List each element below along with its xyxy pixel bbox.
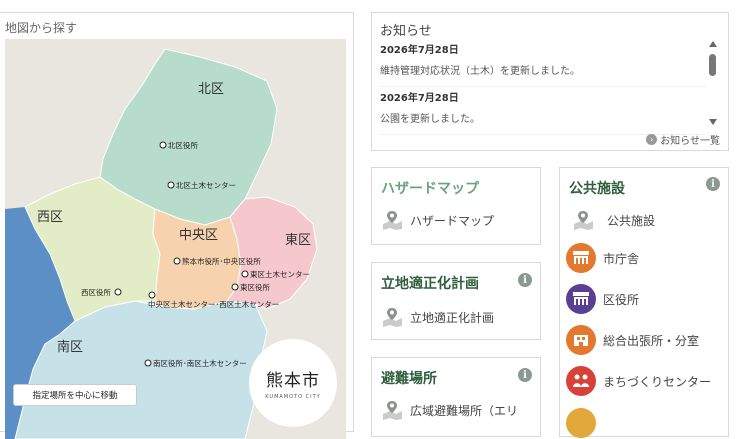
city-badge: 熊本市 KUMAMOTO CITY — [249, 339, 337, 427]
public-facilities-card: 公共施設 i 公共施設 市庁舎 区役所 総合出張所・分室 まちづくりセンター — [559, 167, 729, 438]
svg-text:南区役所･南区土木センター: 南区役所･南区土木センター — [153, 358, 247, 368]
map-pin-icon — [383, 308, 402, 327]
poi-minami-office[interactable]: 南区役所･南区土木センター — [144, 358, 247, 368]
location-plan-card-title: 立地適正化計画 — [381, 276, 479, 292]
community-center-item[interactable]: まちづくりセンター — [566, 366, 711, 396]
notice-text: 維持管理対応状況（土木）を更新しました。 — [380, 66, 580, 77]
hazard-map-item[interactable]: ハザードマップ — [381, 210, 494, 230]
map-pin-icon — [383, 211, 402, 230]
district-label-kita: 北区 — [198, 82, 224, 97]
city-badge-sub: KUMAMOTO CITY — [265, 394, 321, 400]
district-label-nishi: 西区 — [37, 210, 63, 225]
svg-text:北区土木センター: 北区土木センター — [176, 180, 236, 190]
svg-text:中央区土木センター･西区土木センター: 中央区土木センター･西区土木センター — [148, 299, 279, 309]
branch-office-icon — [566, 325, 596, 355]
info-icon[interactable]: i — [518, 273, 532, 287]
poi-city-hall[interactable]: 熊本市役所･中央区役所 — [173, 256, 261, 266]
notice-date: 2026年7月28日 — [380, 45, 459, 56]
svg-text:北区役所: 北区役所 — [168, 140, 198, 150]
svg-text:東区土木センター: 東区土木センター — [250, 269, 310, 279]
scroll-down-icon[interactable] — [709, 119, 717, 125]
list-item[interactable]: 2026年7月28日 公園を更新しました。 — [380, 87, 705, 135]
evacuation-card-title: 避難場所 — [381, 371, 437, 387]
ward-office-item[interactable]: 区役所 — [566, 284, 639, 314]
poi-kita-civil[interactable]: 北区土木センター — [167, 180, 236, 190]
map-pin-icon — [383, 401, 402, 420]
wide-area-evacuation-item[interactable]: 広域避難場所（エリ — [381, 400, 518, 420]
scroll-up-icon[interactable] — [709, 41, 717, 47]
hazard-card-title: ハザードマップ — [381, 181, 479, 197]
scroll-thumb[interactable] — [709, 54, 716, 76]
district-label-minami: 南区 — [57, 339, 83, 355]
notice-more-label: お知らせ一覧 — [660, 136, 720, 147]
center-on-location-button[interactable]: 指定場所を中心に移動 — [13, 384, 137, 406]
notice-text: 公園を更新しました。 — [380, 114, 480, 125]
poi-higashi-civil[interactable]: 東区土木センター — [241, 269, 310, 279]
district-label-higashi: 東区 — [285, 232, 311, 248]
city-hall-label: 市庁舎 — [603, 251, 640, 266]
hazard-card: ハザードマップ ハザードマップ — [371, 167, 541, 245]
location-plan-item[interactable]: 立地適正化計画 — [381, 307, 494, 327]
city-badge-name: 熊本市 — [266, 371, 320, 391]
hazard-map-label: ハザードマップ — [410, 213, 495, 228]
community-center-label: まちづくりセンター — [603, 374, 712, 389]
notice-title: お知らせ — [380, 24, 432, 39]
branch-office-label: 総合出張所・分室 — [603, 333, 700, 348]
public-facilities-card-title: 公共施設 — [569, 181, 625, 197]
ward-office-icon — [566, 284, 596, 314]
city-hall-item[interactable]: 市庁舎 — [566, 243, 639, 273]
notice-more-link[interactable]: › お知らせ一覧 — [646, 132, 720, 147]
district-map[interactable]: 北区 西区 中央区 東区 南区 北区役所 北区土木センター 熊本市役所･中央区役… — [5, 39, 346, 439]
info-icon[interactable]: i — [518, 368, 532, 382]
ward-office-label: 区役所 — [603, 292, 640, 307]
notice-scrollbar[interactable] — [708, 41, 718, 131]
map-panel-title: 地図から探す — [5, 21, 78, 35]
svg-text:西区役所: 西区役所 — [81, 287, 111, 297]
info-icon[interactable]: i — [706, 177, 720, 191]
chevron-right-icon: › — [646, 134, 658, 145]
public-facility-item[interactable]: 公共施設 — [572, 210, 655, 230]
district-higashi[interactable] — [226, 196, 318, 310]
list-item[interactable]: 2026年7月28日 維持管理対応状況（土木）を更新しました。 — [380, 39, 705, 87]
community-center-icon — [566, 366, 596, 396]
location-plan-card: 立地適正化計画 i 立地適正化計画 — [371, 262, 541, 340]
public-facility-label: 公共施設 — [607, 213, 656, 228]
notice-list[interactable]: 2026年7月28日 維持管理対応状況（土木）を更新しました。 2026年7月2… — [380, 39, 705, 135]
wide-area-evacuation-label: 広域避難場所（エリ — [410, 403, 519, 418]
location-plan-label: 立地適正化計画 — [410, 310, 495, 325]
svg-text:東区役所: 東区役所 — [240, 282, 270, 292]
notice-date: 2026年7月28日 — [380, 93, 459, 104]
city-hall-icon — [566, 243, 596, 273]
notice-panel: お知らせ 2026年7月28日 維持管理対応状況（土木）を更新しました。 202… — [371, 12, 729, 151]
svg-text:熊本市役所･中央区役所: 熊本市役所･中央区役所 — [182, 256, 261, 266]
evacuation-card: 避難場所 i 広域避難場所（エリ — [371, 357, 541, 437]
branch-office-item[interactable]: 総合出張所・分室 — [566, 325, 699, 355]
map-panel: 地図から探す 北区 西区 中央区 東区 南区 北区役所 北区土木センター 熊本市… — [0, 12, 354, 439]
map-pin-icon — [574, 211, 593, 230]
district-label-chuo: 中央区 — [179, 228, 218, 243]
